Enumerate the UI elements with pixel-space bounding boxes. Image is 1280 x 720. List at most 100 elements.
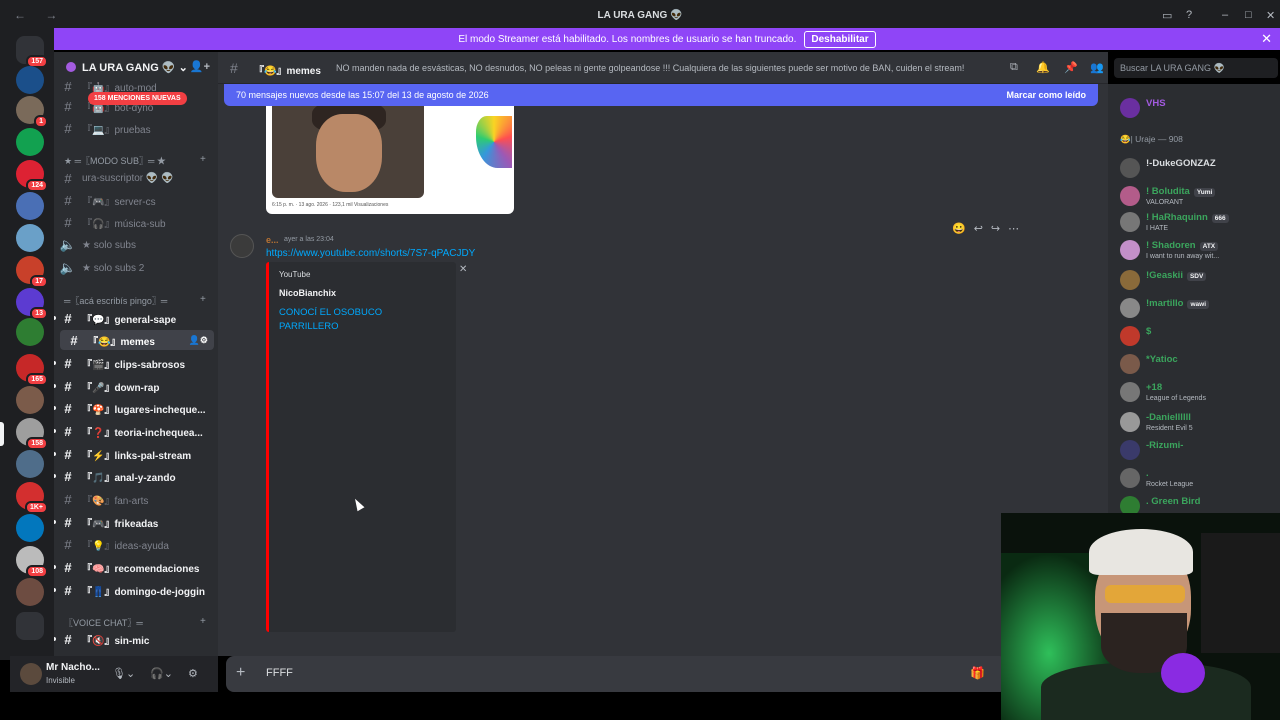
server-icon[interactable]: 1	[16, 96, 48, 128]
inbox-icon[interactable]: ▭	[1162, 9, 1172, 22]
channel-clips-sabrosos[interactable]: # 『🎬』clips-sabrosos	[54, 353, 214, 373]
channel-server-cs[interactable]: # 『🎮』server-cs	[54, 190, 214, 210]
help-icon[interactable]: ?	[1186, 9, 1192, 21]
direct-messages-icon[interactable]: 157	[16, 36, 48, 68]
avatar[interactable]	[230, 234, 254, 258]
hash-icon: #	[64, 514, 72, 530]
server-icon[interactable]	[16, 450, 44, 478]
add-channel-icon[interactable]: +	[200, 294, 206, 305]
member-item[interactable]: -Rizumi-	[1120, 436, 1280, 466]
embedded-image[interactable]: 6:15 p. m. · 13 ago. 2026 · 123,1 mil Vi…	[266, 106, 514, 214]
channel-musica-sub[interactable]: # 『🎧』música-sub	[54, 212, 214, 232]
bell-icon[interactable]: 🔔	[1036, 61, 1050, 74]
channel-ideas-ayuda[interactable]: # 『💡』ideas-ayuda	[54, 534, 214, 554]
new-messages-bar[interactable]: 70 mensajes nuevos desde las 15:07 del 1…	[224, 84, 1098, 106]
embed-author[interactable]: NicoBianchix	[279, 288, 336, 298]
server-icon[interactable]: 108	[16, 546, 48, 578]
message-input[interactable]: FFFF	[266, 667, 293, 679]
channel-label: 『💻』pruebas	[82, 124, 151, 136]
new-mentions-pill[interactable]: 158 MENCIONES NUEVAS	[88, 92, 187, 105]
channel-lugares[interactable]: # 『🍄』lugares-incheque...	[54, 398, 214, 418]
voice-solo-subs-2[interactable]: 🔈 ★ solo subs 2	[54, 258, 214, 278]
server-icon[interactable]	[16, 386, 44, 414]
remove-embed-icon[interactable]: ✕	[459, 264, 467, 275]
add-channel-icon[interactable]: +	[200, 616, 206, 627]
member-item[interactable]: -Daniellllll Resident Evil 5	[1120, 408, 1280, 438]
server-icon[interactable]: 1K+	[16, 482, 48, 514]
headphones-icon[interactable]: 🎧⌄	[150, 667, 173, 680]
member-item[interactable]: VHS	[1120, 94, 1280, 124]
mark-read-button[interactable]: Marcar como leído	[1006, 90, 1086, 100]
channel-anal-y-zando[interactable]: # 『🎵』anal-y-zando	[54, 466, 214, 486]
voice-solo-subs[interactable]: 🔈 ★ solo subs	[54, 235, 214, 255]
server-icon[interactable]: 165	[16, 354, 48, 386]
member-item[interactable]: . Rocket League	[1120, 464, 1280, 494]
member-item[interactable]: ! HaRhaquinn 666 I HATE	[1120, 208, 1280, 238]
category-voice-chat[interactable]: 〖VOICE CHAT〗═ +	[64, 616, 206, 629]
members-icon[interactable]: 👥	[1090, 61, 1104, 74]
member-item[interactable]: *Yatioc	[1120, 350, 1280, 380]
gear-icon[interactable]: ⚙	[188, 667, 198, 680]
server-icon[interactable]	[16, 514, 44, 542]
member-item[interactable]: !-DukeGONZAZ	[1120, 154, 1280, 184]
channel-memes[interactable]: # 『😂』memes 👤⚙	[60, 330, 214, 350]
member-item[interactable]: $	[1120, 322, 1280, 352]
channel-topic[interactable]: NO manden nada de esvásticas, NO desnudo…	[336, 63, 964, 73]
channel-ura-suscriptor[interactable]: # ura-suscriptor 👽 👽	[54, 168, 214, 188]
server-icon[interactable]	[16, 192, 44, 220]
server-icon[interactable]: 17	[16, 256, 48, 288]
member-item[interactable]: ! Shadoren ATX I want to run away wit...	[1120, 236, 1280, 266]
disable-streamer-button[interactable]: Deshabilitar	[804, 30, 876, 48]
category-modo-sub[interactable]: ★ ═〖MODO SUB〗═ ★ +	[64, 154, 206, 167]
channel-general-sape[interactable]: # 『💬』general-sape	[54, 308, 214, 328]
member-item[interactable]: +18 League of Legends	[1120, 378, 1280, 408]
message-link[interactable]: https://www.youtube.com/shorts/7S7-qPACJ…	[266, 248, 475, 259]
minimize-icon[interactable]: –	[1222, 9, 1228, 21]
server-icon[interactable]: 158	[16, 418, 48, 450]
add-channel-icon[interactable]: +	[200, 154, 206, 165]
server-icon[interactable]: 13	[16, 288, 48, 320]
folder-icon[interactable]	[16, 612, 44, 640]
channel-pruebas[interactable]: # 『💻』pruebas	[54, 118, 214, 138]
channel-settings-icon[interactable]: 👤⚙	[189, 335, 208, 346]
search-input[interactable]: Buscar LA URA GANG 👽	[1114, 58, 1278, 78]
hash-icon: #	[64, 78, 72, 94]
server-icon[interactable]	[16, 224, 44, 252]
username[interactable]: Mr Nacho...	[46, 662, 100, 673]
channel-frikeadas[interactable]: # 『🎮』frikeadas	[54, 512, 214, 532]
channel-sin-mic[interactable]: # 『🔇』sin-mic	[54, 629, 214, 649]
message-author[interactable]: e...	[266, 235, 279, 245]
pin-icon[interactable]: 📌	[1064, 61, 1078, 74]
member-item[interactable]: !martillo wawi	[1120, 294, 1280, 324]
server-icon[interactable]	[16, 66, 44, 94]
microphone-icon[interactable]: 🎙⌄	[112, 667, 135, 680]
avatar[interactable]	[20, 663, 42, 685]
channel-teoria[interactable]: # 『❓』teoria-inchequea...	[54, 421, 214, 441]
threads-icon[interactable]: ⧉	[1010, 61, 1018, 74]
server-icon[interactable]	[16, 578, 44, 606]
hash-icon: #	[64, 631, 72, 647]
message-actions[interactable]: 😀↩↪⋯	[952, 222, 1027, 235]
server-icon[interactable]: 124	[16, 160, 48, 192]
embed-title[interactable]: CONOCÍ EL OSOBUCO PARRILLERO	[279, 306, 409, 335]
channel-down-rap[interactable]: # 『🎤』down-rap	[54, 376, 214, 396]
channel-label: 『🎮』frikeadas	[82, 518, 159, 530]
invite-people-icon[interactable]: 👤+	[190, 60, 210, 73]
server-icon[interactable]	[16, 318, 44, 346]
channel-fan-arts[interactable]: # 『🎨』fan-arts	[54, 489, 214, 509]
channel-domingo-de-joggin[interactable]: # 『👖』domingo-de-joggin	[54, 580, 214, 600]
message-composer[interactable]: + FFFF 🎁	[226, 656, 1008, 692]
attach-plus-icon[interactable]: +	[236, 664, 245, 682]
close-banner-icon[interactable]: ✕	[1261, 31, 1272, 47]
channel-recomendaciones[interactable]: # 『🧠』recomendaciones	[54, 557, 214, 577]
category-aca-escribis[interactable]: ═〖acá escribís pingo〗═ +	[64, 294, 206, 307]
server-icon[interactable]	[16, 128, 44, 156]
gift-icon[interactable]: 🎁	[970, 666, 985, 680]
maximize-icon[interactable]: □	[1245, 9, 1252, 21]
member-item[interactable]: !Geaskii SDV	[1120, 266, 1280, 296]
channel-links-pal-stream[interactable]: # 『⚡』links-pal-stream	[54, 444, 214, 464]
channel-header: # 『😂』memes NO manden nada de esvásticas,…	[218, 52, 1108, 84]
close-window-icon[interactable]: ✕	[1266, 9, 1275, 22]
hash-icon: #	[64, 310, 72, 326]
member-name: !-DukeGONZAZ	[1146, 158, 1216, 169]
